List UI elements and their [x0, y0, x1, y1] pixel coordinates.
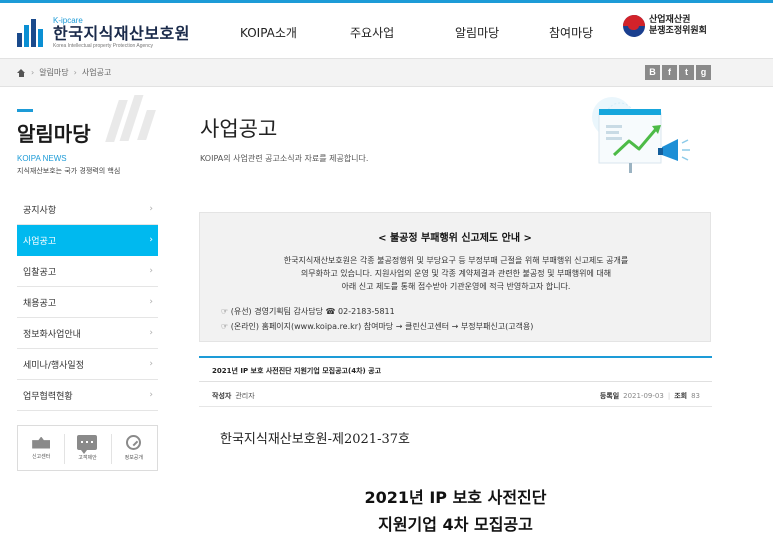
share-google-button[interactable]: g: [696, 65, 711, 80]
notice-body: 한국지식재산보호원은 각종 불공정행위 및 부당요구 등 부정부패 근절을 위해…: [220, 254, 692, 293]
sidebar-item-label: 공지사항: [23, 205, 57, 216]
chevron-right-icon: ›: [149, 297, 153, 307]
sidebar-menu: 공지사항 › 사업공고 › 입찰공고 › 채용공고 › 정보화사업안내 › 세미나/행사일…: [17, 194, 158, 411]
notice-body-line: 아래 신고 제도를 통해 접수받아 기관운영에 적극 반영하고자 합니다.: [341, 282, 571, 291]
page-description: KOIPA의 사업관련 공고소식과 자료를 제공합니다.: [200, 154, 369, 163]
site-header: K-ipcare 한국지식재산보호원 Korea Intellectual pr…: [0, 3, 773, 58]
sidebar-item-label: 세미나/행사일정: [23, 360, 84, 371]
sidebar-item-business-notices[interactable]: 사업공고 ›: [17, 225, 158, 256]
share-blog-button[interactable]: B: [645, 65, 660, 80]
sidebar-item-notices[interactable]: 공지사항 ›: [17, 194, 158, 225]
sidebar-item-partnerships[interactable]: 업무협력현황 ›: [17, 380, 158, 411]
sidebar-accent-bar: [17, 109, 33, 112]
home-icon[interactable]: [17, 68, 26, 77]
chevron-right-icon: ›: [149, 390, 153, 400]
post-author: 작성자 관리자: [212, 391, 255, 401]
compass-icon: [126, 435, 142, 450]
post-title: 2021년 IP 보호 사전진단 지원기업 모집공고(4차) 공고: [212, 367, 382, 375]
sidebar-title: 알림마당: [17, 122, 91, 146]
nav-item-news[interactable]: 알림마당: [455, 24, 499, 41]
sidebar-item-label: 사업공고: [23, 236, 57, 247]
breadcrumb-separator: ›: [73, 68, 77, 77]
breadcrumb-separator: ›: [31, 68, 35, 77]
sidebar-subtitle: KOIPA NEWS: [17, 154, 67, 163]
logo-mark-icon: [17, 19, 47, 47]
chevron-right-icon: ›: [149, 204, 153, 214]
quick-links: 신고센터 고객제안 정보공개: [17, 425, 158, 471]
post-date-views: 등록일 2021-09-03 | 조회 83: [600, 391, 700, 401]
quick-link-label: 정보공개: [124, 455, 144, 461]
views-value: 83: [691, 392, 700, 400]
breadcrumb: › 알림마당 › 사업공고: [17, 67, 111, 78]
presentation-board-illustration-icon: [592, 97, 690, 173]
sidebar-item-it-projects[interactable]: 정보화사업안내 ›: [17, 318, 158, 349]
partner-line-2: 분쟁조정위원회: [649, 26, 707, 36]
notice-title: < 불공정 부패행위 신고제도 안내 >: [378, 233, 532, 244]
date-label: 등록일: [599, 392, 620, 400]
chevron-right-icon: ›: [149, 266, 153, 276]
document-heading-line-2: 지원기업 4차 모집공고: [378, 515, 533, 534]
sidebar-item-bids[interactable]: 입찰공고 ›: [17, 256, 158, 287]
notice-body-line: 한국지식재산보호원은 각종 불공정행위 및 부당요구 등 부정부패 근절을 위해…: [283, 256, 629, 265]
quick-link-label: 고객제안: [78, 455, 97, 461]
taegeuk-emblem-icon: [623, 15, 645, 37]
partner-line-1: 산업재산권: [649, 15, 691, 25]
sidebar-item-events[interactable]: 세미나/행사일정 ›: [17, 349, 158, 380]
share-buttons: B f t g: [645, 65, 713, 80]
chevron-right-icon: ›: [149, 359, 153, 369]
sidebar-description: 지식재산보호는 국가 경쟁력의 핵심: [17, 167, 121, 175]
logo-name: 한국지식재산보호원: [53, 24, 190, 43]
document-heading-line-1: 2021년 IP 보호 사전진단: [364, 488, 547, 507]
author-label: 작성자: [212, 392, 232, 400]
decor-stripe: [137, 110, 156, 140]
date-value: 2021-09-03: [623, 392, 664, 400]
author-value: 관리자: [235, 392, 255, 400]
quick-link-label: 신고센터: [31, 453, 51, 460]
share-twitter-button[interactable]: t: [679, 65, 694, 80]
sidebar-item-label: 정보화사업안내: [23, 329, 81, 340]
post-header: 2021년 IP 보호 사전진단 지원기업 모집공고(4차) 공고: [199, 356, 712, 382]
sidebar-item-jobs[interactable]: 채용공고 ›: [17, 287, 158, 318]
meta-separator: |: [667, 392, 671, 400]
nav-item-participation[interactable]: 참여마당: [549, 24, 593, 41]
sidebar-item-label: 업무협력현황: [23, 391, 73, 402]
sidebar-item-label: 채용공고: [23, 298, 57, 309]
breadcrumb-item-current[interactable]: 사업공고: [82, 67, 111, 78]
chevron-right-icon: ›: [149, 328, 153, 338]
sidebar-item-label: 입찰공고: [23, 267, 57, 278]
breadcrumb-bar: › 알림마당 › 사업공고 B f t g: [0, 58, 773, 87]
share-facebook-button[interactable]: f: [662, 65, 677, 80]
corruption-report-notice: < 불공정 부패행위 신고제도 안내 > 한국지식재산보호원은 각종 불공정행위…: [199, 212, 711, 342]
quick-link-disclosure[interactable]: 정보공개: [110, 426, 157, 470]
breadcrumb-item-news[interactable]: 알림마당: [39, 67, 68, 78]
document-number: 한국지식재산보호원-제2021-37호: [220, 432, 410, 447]
page-title: 사업공고: [200, 117, 278, 141]
views-label: 조회: [674, 392, 688, 400]
post-meta: 작성자 관리자 등록일 2021-09-03 | 조회 83: [199, 383, 712, 407]
chat-bubble-icon: [77, 435, 98, 454]
site-logo[interactable]: K-ipcare 한국지식재산보호원 Korea Intellectual pr…: [17, 17, 190, 49]
report-box-icon: [32, 436, 51, 449]
nav-item-about[interactable]: KOIPA소개: [240, 24, 297, 41]
nav-item-business[interactable]: 주요사업: [350, 24, 394, 41]
notice-contact-phone: ☞ (유선) 경영기획팀 감사담당 ☎ 02-2183-5811: [221, 307, 395, 316]
notice-contact-online: ☞ (온라인) 홈페이지(www.koipa.re.kr) 참여마당 → 클린신…: [221, 322, 534, 331]
logo-subtitle: Korea Intellectual property Protection A…: [53, 43, 154, 49]
quick-link-suggestions[interactable]: 고객제안: [64, 426, 110, 470]
chevron-right-icon: ›: [149, 235, 153, 245]
notice-body-line: 의무화하고 있습니다. 지원사업의 운영 및 각종 계약체결과 관련한 불공정 …: [300, 269, 612, 278]
quick-link-report-center[interactable]: 신고센터: [18, 426, 64, 470]
partner-link[interactable]: 산업재산권 분쟁조정위원회: [623, 15, 707, 37]
